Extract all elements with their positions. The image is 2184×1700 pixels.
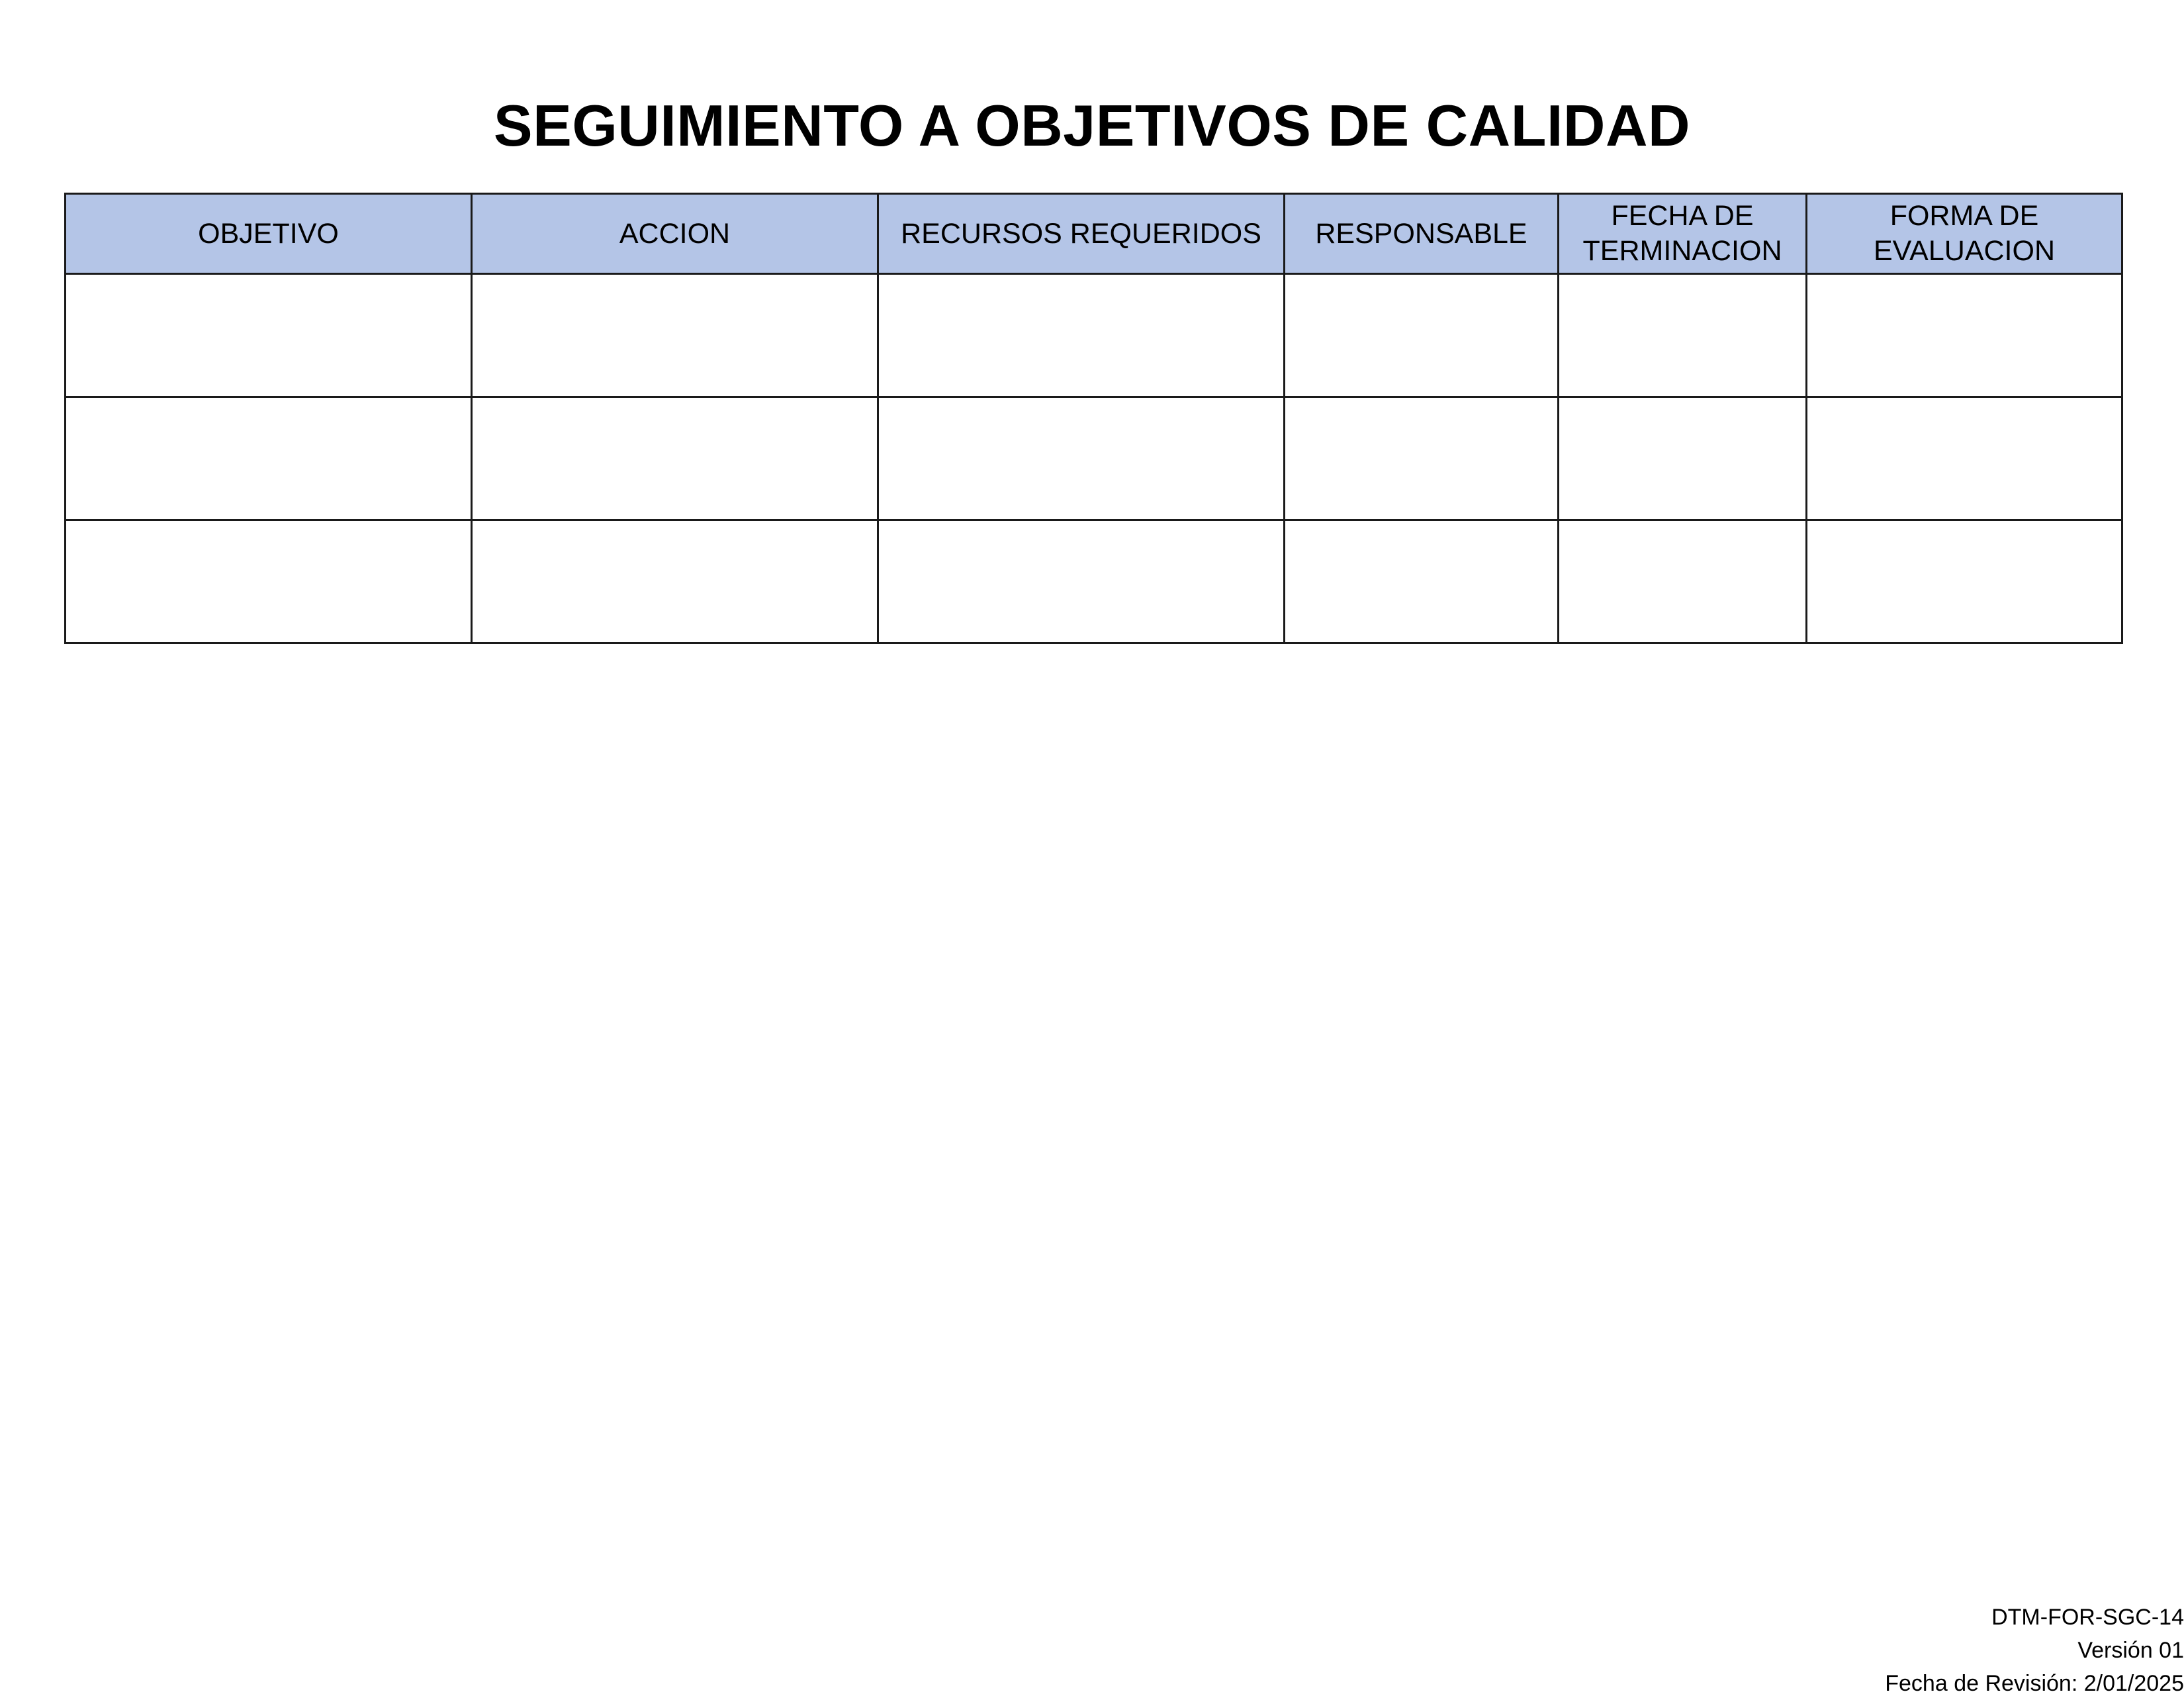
table-cell-accion[interactable] [471, 396, 879, 521]
table-row [64, 519, 2123, 644]
table-cell-objetivo[interactable] [64, 519, 473, 644]
revision-date: Fecha de Revisión: 2/01/2025 [1885, 1671, 2184, 1696]
table-cell-accion[interactable] [471, 519, 879, 644]
table-cell-fecha[interactable] [1557, 519, 1807, 644]
document-page: SEGUIMIENTO A OBJETIVOS DE CALIDAD OBJET… [0, 0, 2184, 1696]
objectives-table: OBJETIVO ACCION RECURSOS REQUERIDOS RESP… [64, 193, 2123, 644]
table-header-row: OBJETIVO ACCION RECURSOS REQUERIDOS RESP… [64, 193, 2123, 275]
header-label: FECHA DE [1611, 200, 1754, 232]
table-cell-evaluacion[interactable] [1805, 273, 2123, 398]
header-responsable: RESPONSABLE [1283, 193, 1559, 275]
header-objetivo: OBJETIVO [64, 193, 473, 275]
table-cell-responsable[interactable] [1283, 396, 1559, 521]
header-label: FORMA DE [1889, 200, 2039, 232]
header-forma-de-evaluacion: FORMA DE EVALUACION [1805, 193, 2123, 275]
table-cell-recursos[interactable] [877, 273, 1285, 398]
table-cell-fecha[interactable] [1557, 273, 1807, 398]
table-row [64, 273, 2123, 398]
header-label: ACCION [619, 217, 731, 250]
document-code: DTM-FOR-SGC-14 [1991, 1605, 2184, 1630]
header-fecha-de-terminacion: FECHA DE TERMINACION [1557, 193, 1807, 275]
header-recursos-requeridos: RECURSOS REQUERIDOS [877, 193, 1285, 275]
document-version: Versión 01 [2077, 1638, 2184, 1663]
table-cell-objetivo[interactable] [64, 396, 473, 521]
table-cell-objetivo[interactable] [64, 273, 473, 398]
header-label: RESPONSABLE [1315, 217, 1527, 250]
table-cell-responsable[interactable] [1283, 273, 1559, 398]
header-accion: ACCION [471, 193, 879, 275]
table-cell-fecha[interactable] [1557, 396, 1807, 521]
table-cell-evaluacion[interactable] [1805, 396, 2123, 521]
table-cell-recursos[interactable] [877, 396, 1285, 521]
table-cell-responsable[interactable] [1283, 519, 1559, 644]
document-footer: DTM-FOR-SGC-14 Versión 01 Fecha de Revis… [1885, 1601, 2184, 1700]
table-cell-evaluacion[interactable] [1805, 519, 2123, 644]
header-label: TERMINACION [1582, 235, 1782, 267]
header-label: OBJETIVO [198, 217, 339, 250]
header-label: EVALUACION [1874, 235, 2055, 267]
table-cell-recursos[interactable] [877, 519, 1285, 644]
table-cell-accion[interactable] [471, 273, 879, 398]
header-label: RECURSOS REQUERIDOS [901, 217, 1261, 250]
table-row [64, 396, 2123, 521]
document-title: SEGUIMIENTO A OBJETIVOS DE CALIDAD [493, 93, 1691, 158]
